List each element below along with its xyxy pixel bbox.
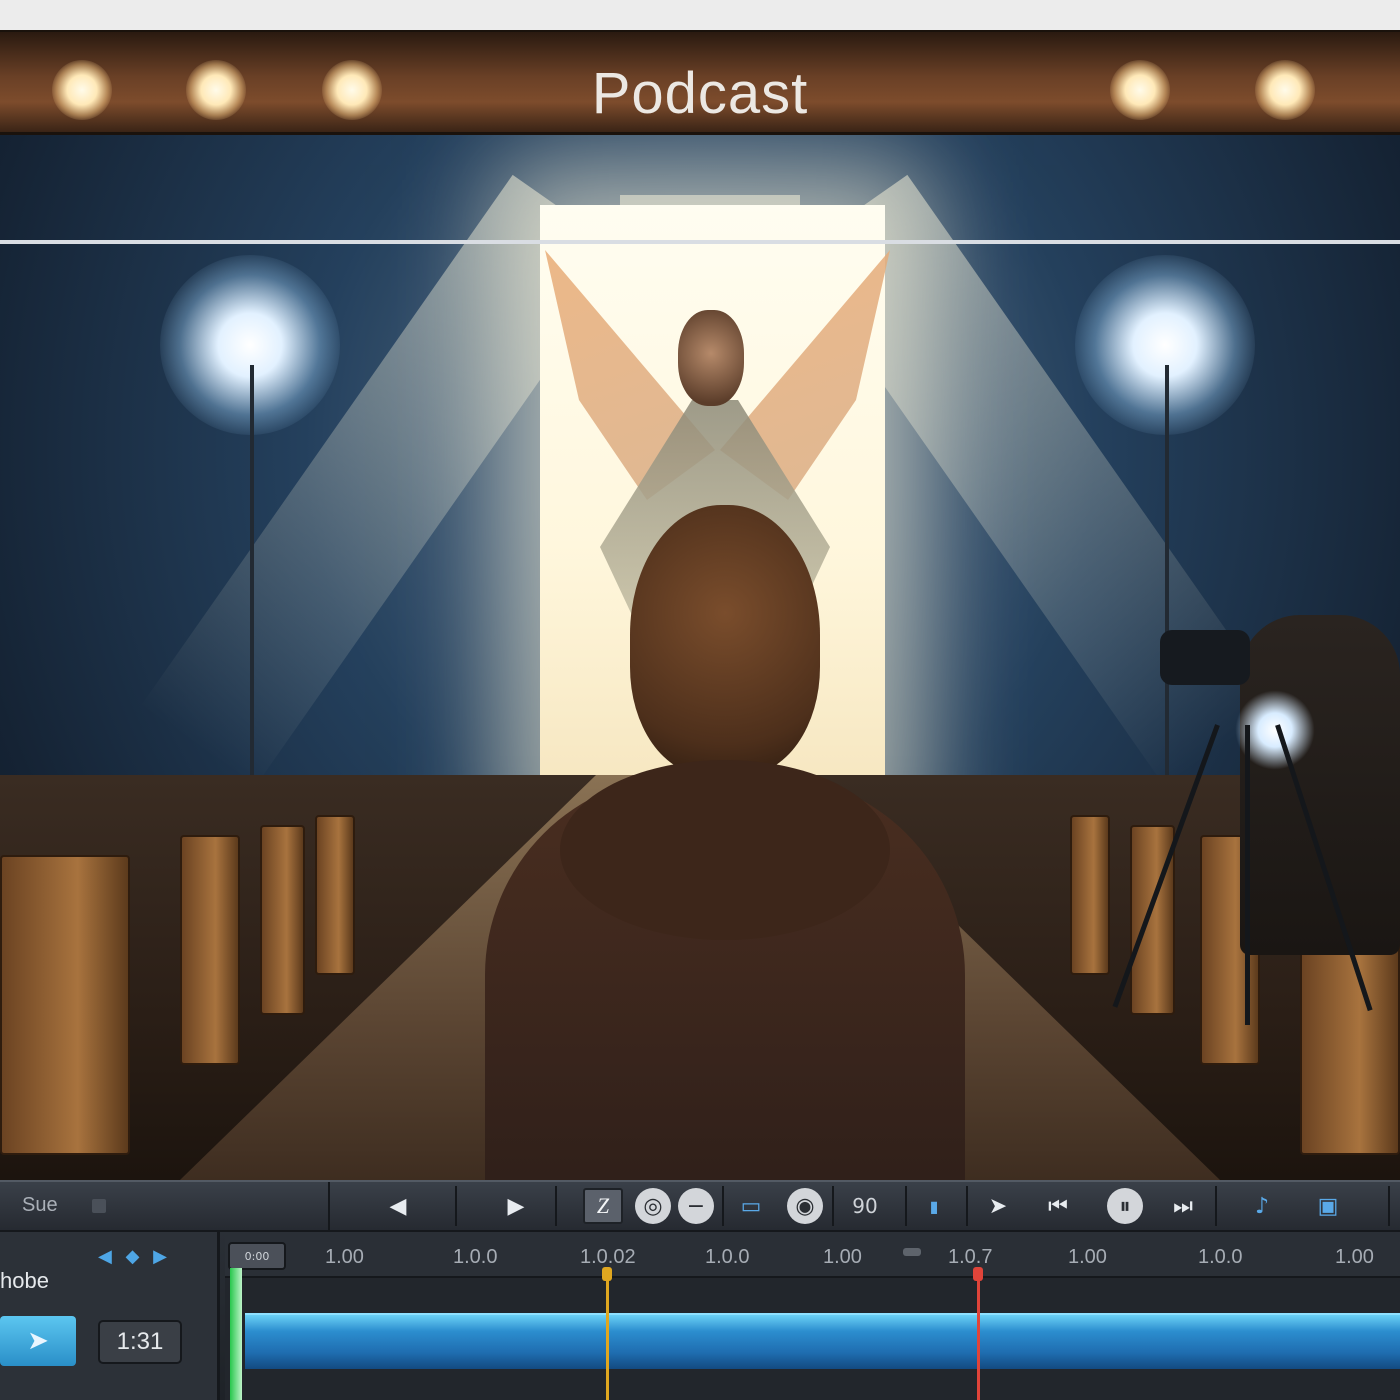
skip-forward-button[interactable]: ⏭ <box>1165 1188 1201 1224</box>
clip-button[interactable]: ➤ <box>0 1316 76 1366</box>
audio-icon[interactable]: ♪ <box>1240 1188 1284 1224</box>
light-stand <box>250 365 254 795</box>
video-preview[interactable] <box>0 135 1400 1180</box>
forward-button[interactable]: ➤ <box>978 1188 1018 1224</box>
title-bar: Podcast <box>0 30 1400 135</box>
toolbar-separator <box>455 1186 457 1226</box>
record-button[interactable]: ◎ <box>635 1188 671 1224</box>
toolbar-separator <box>832 1186 834 1226</box>
playhead-tag[interactable]: 0:00 <box>228 1242 286 1270</box>
toolbar-separator <box>1388 1186 1390 1226</box>
timeline-marker-red[interactable] <box>977 1267 980 1400</box>
pew <box>0 855 130 1155</box>
angel-head <box>678 310 744 406</box>
marker-flag-red[interactable] <box>973 1267 983 1281</box>
track-header: ◀ ◆ ▶ hobe ➤ 1:31 <box>0 1232 220 1400</box>
timeline-ruler[interactable]: 1.00 1.0.0 1.0.02 1.0.0 1.00 1.0.7 1.00 … <box>225 1232 1400 1278</box>
skip-back-button[interactable]: ⏮ <box>1040 1188 1076 1224</box>
export-icon[interactable]: ▣ <box>1310 1188 1346 1224</box>
toolbar-separator <box>722 1186 724 1226</box>
toolbar-mini-box[interactable] <box>92 1199 106 1213</box>
page-title: Podcast <box>591 61 809 126</box>
pew <box>180 835 240 1065</box>
pew <box>260 825 305 1015</box>
toolbar-left-panel: Sue <box>0 1182 330 1230</box>
marker-icon[interactable]: ▮ <box>922 1188 946 1224</box>
pause-button[interactable]: ⏸ <box>1107 1188 1143 1224</box>
z-tool-button[interactable]: Z <box>583 1188 623 1224</box>
ruler-zoom-handle[interactable] <box>903 1248 921 1256</box>
pew <box>315 815 355 975</box>
minus-button[interactable]: − <box>678 1188 714 1224</box>
woman-hood <box>560 760 890 940</box>
ruler-label: 1.00 <box>823 1246 862 1268</box>
timeline-marker-yellow[interactable] <box>606 1267 609 1400</box>
video-clip-track[interactable] <box>245 1313 1400 1369</box>
toolbar-separator <box>555 1186 557 1226</box>
number-readout: 90 <box>852 1194 878 1218</box>
toolbar-label: Sue <box>22 1194 58 1216</box>
tripod-leg <box>1245 725 1250 1025</box>
pew <box>1070 815 1110 975</box>
ruler-label: 1.0.0 <box>1198 1246 1243 1268</box>
next-arrow-button[interactable]: ▶ <box>498 1188 534 1224</box>
toolbar-separator <box>905 1186 907 1226</box>
target-icon[interactable]: ◉ <box>787 1188 823 1224</box>
guide-line <box>0 240 1400 244</box>
toolbar-separator <box>966 1186 968 1226</box>
ruler-label: 1.0.7 <box>948 1246 993 1268</box>
prev-arrow-button[interactable]: ◀ <box>380 1188 416 1224</box>
video-camera-icon <box>1160 630 1250 685</box>
current-time: 1:31 <box>98 1320 182 1364</box>
toolbar-separator <box>1215 1186 1217 1226</box>
frame-icon[interactable]: ▭ <box>733 1188 769 1224</box>
ruler-label: 1.0.0 <box>705 1246 750 1268</box>
ruler-label: 1.00 <box>325 1246 364 1268</box>
track-nav-arrows[interactable]: ◀ ◆ ▶ <box>98 1246 184 1272</box>
ruler-label: 1.0.02 <box>580 1246 636 1268</box>
track-name: hobe <box>0 1268 49 1293</box>
ruler-label: 1.00 <box>1068 1246 1107 1268</box>
ruler-label: 1.0.0 <box>453 1246 498 1268</box>
playhead[interactable] <box>230 1268 242 1400</box>
editor-toolbar: Sue ◀ ▶ Z ◎ − ▭ ◉ 90 ▮ ➤ ⏮ ⏸ ⏭ ♪ ▣ <box>0 1180 1400 1232</box>
ruler-label: 1.00 <box>1335 1246 1374 1268</box>
light-stand <box>1165 365 1169 795</box>
camera-operator <box>1240 615 1400 955</box>
marker-flag-yellow[interactable] <box>602 1267 612 1281</box>
woman-head <box>630 505 820 775</box>
top-strip <box>0 0 1400 30</box>
